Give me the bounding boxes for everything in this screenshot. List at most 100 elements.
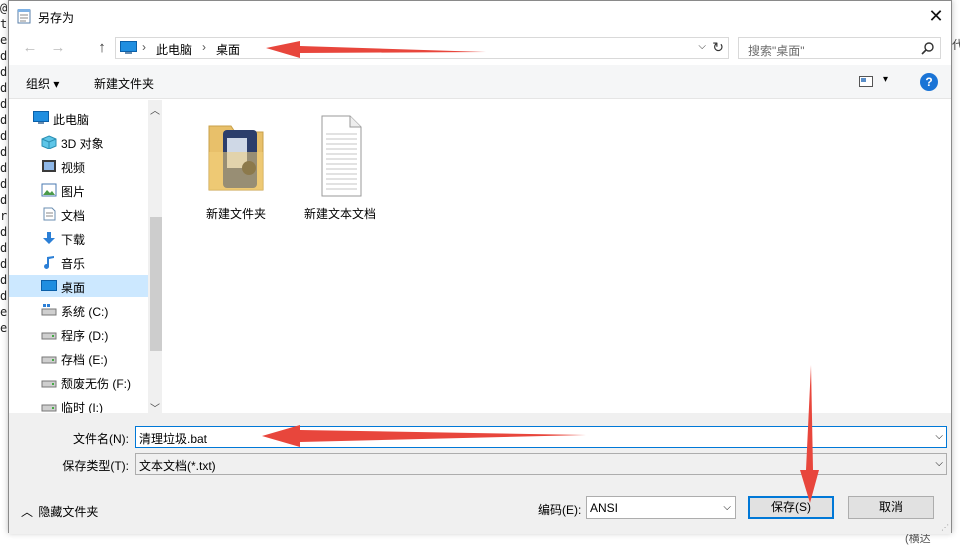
sidebar-item[interactable]: 程序 (D:) (9, 323, 155, 345)
address-dropdown-icon[interactable]: ⌵ (698, 41, 706, 52)
filename-dropdown-icon[interactable]: ⌵ (935, 431, 943, 442)
sidebar-item-label: 视频 (61, 161, 86, 175)
resize-grip-icon[interactable]: ⋰ (941, 523, 949, 532)
background-letter: d (0, 129, 8, 143)
sidebar-item[interactable]: 视频 (9, 155, 155, 177)
background-letter: d (0, 289, 8, 303)
filetype-label: 保存类型(T): (62, 459, 129, 473)
save-options-panel: 文件名(N): 清理垃圾.bat ⌵ 保存类型(T): 文本文档(*.txt) … (9, 413, 951, 534)
sidebar-item[interactable]: 文档 (9, 203, 155, 225)
background-letter: d (0, 241, 8, 255)
sidebar-item[interactable]: 系统 (C:) (9, 299, 155, 321)
search-input[interactable]: 搜索"桌面" (738, 37, 941, 59)
organize-button[interactable]: 组织 ▾ (26, 75, 59, 92)
hide-folders-label: 隐藏文件夹 (38, 505, 99, 519)
background-right-text: 代 (952, 38, 960, 52)
save-as-dialog: 另存为 ✕ ← → ↑ › 此电脑 › 桌面 ⌵ ↻ 搜索"桌面" 组织 ▾ 新… (8, 0, 952, 534)
sidebar-item-label: 程序 (D:) (61, 329, 109, 343)
system-drive-icon (41, 304, 57, 316)
drive-icon (41, 356, 57, 364)
file-name: 新建文件夹 (205, 207, 266, 221)
background-letter: r (0, 209, 8, 223)
address-row: ← → ↑ › 此电脑 › 桌面 ⌵ ↻ 搜索"桌面" (9, 33, 951, 63)
background-letter: d (0, 113, 8, 127)
title-bar: 另存为 ✕ (9, 1, 951, 31)
encoding-dropdown-icon[interactable]: ⌵ (723, 502, 731, 513)
notepad-icon (17, 9, 31, 24)
navigation-scrollbar[interactable]: ︿ ﹀ (148, 100, 162, 415)
encoding-value: ANSI (590, 501, 619, 515)
background-letter: e (0, 33, 8, 47)
save-button[interactable]: 保存(S) (748, 496, 834, 519)
file-item-text-document[interactable]: 新建文本文档 (295, 112, 385, 221)
new-folder-button[interactable]: 新建文件夹 (94, 75, 154, 92)
encoding-select[interactable]: ANSI ⌵ (586, 496, 736, 519)
background-letter: t (0, 17, 8, 31)
sidebar-item[interactable]: 下载 (9, 227, 155, 249)
documents-icon (43, 207, 56, 221)
breadcrumb-separator: › (142, 40, 146, 54)
chevron-up-icon: ︿ (21, 505, 34, 519)
file-list: 新建文件夹 新建文本文档 (164, 100, 951, 413)
sidebar-item-label: 图片 (61, 185, 86, 199)
desktop-icon (41, 280, 57, 291)
hide-folders-toggle[interactable]: ︿ 隐藏文件夹 (21, 503, 98, 520)
sidebar-item-label: 此电脑 (53, 113, 90, 127)
cancel-button[interactable]: 取消 (848, 496, 934, 519)
sidebar-item[interactable]: 图片 (9, 179, 155, 201)
music-icon (44, 256, 54, 269)
sidebar-item-label: 颓废无伤 (F:) (61, 377, 131, 391)
background-letter: d (0, 193, 8, 207)
drive-icon (41, 332, 57, 340)
scrollbar-thumb[interactable] (150, 217, 162, 351)
breadcrumb-this-pc[interactable]: 此电脑 (156, 41, 192, 58)
background-letter: @ (0, 1, 8, 15)
up-button[interactable]: ↑ (93, 39, 111, 57)
search-placeholder: 搜索"桌面" (748, 44, 805, 58)
sidebar-item[interactable]: 颓废无伤 (F:) (9, 371, 155, 393)
help-icon[interactable]: ? (920, 73, 938, 91)
background-letter: d (0, 81, 8, 95)
scroll-up-icon[interactable]: ︿ (150, 102, 160, 117)
sidebar-item[interactable]: 3D 对象 (9, 131, 155, 153)
text-document-icon (321, 115, 362, 197)
download-icon (43, 232, 55, 244)
sidebar-item-label: 文档 (61, 209, 86, 223)
forward-button[interactable]: → (49, 39, 67, 57)
background-letter: d (0, 161, 8, 175)
background-letter: e (0, 321, 8, 335)
background-letter: d (0, 97, 8, 111)
breadcrumb-separator: › (202, 40, 206, 54)
search-icon[interactable] (921, 41, 935, 55)
view-dropdown-icon[interactable]: ▾ (883, 74, 888, 85)
filename-label: 文件名(N): (73, 432, 129, 446)
drive-icon (41, 404, 57, 412)
sidebar-item-label: 存档 (E:) (61, 353, 108, 367)
navigation-pane: 此电脑 3D 对象视频图片文档下载音乐桌面系统 (C:) 程序 (D:) 存档 (E:… (9, 100, 162, 415)
sidebar-item-label: 下载 (61, 233, 86, 247)
sidebar-item[interactable]: 桌面 (9, 275, 155, 297)
filename-input[interactable]: 清理垃圾.bat ⌵ (135, 426, 947, 448)
background-letter: d (0, 65, 8, 79)
sidebar-item-label: 音乐 (61, 257, 86, 271)
address-bar[interactable]: › 此电脑 › 桌面 ⌵ ↻ (115, 37, 729, 59)
sidebar-item[interactable]: 存档 (E:) (9, 347, 155, 369)
close-button[interactable]: ✕ (921, 1, 951, 31)
3d-objects-icon (41, 135, 57, 149)
sidebar-item[interactable]: 此电脑 (9, 107, 155, 129)
sidebar-item-label: 桌面 (61, 281, 86, 295)
back-button[interactable]: ← (21, 39, 39, 57)
view-options-icon[interactable] (859, 76, 873, 87)
refresh-icon[interactable]: ↻ (712, 39, 724, 56)
command-bar: 组织 ▾ 新建文件夹 ▾ ? (9, 65, 951, 99)
video-icon (42, 160, 56, 172)
filetype-select[interactable]: 文本文档(*.txt) ⌵ (135, 453, 947, 475)
filetype-value: 文本文档(*.txt) (139, 459, 216, 473)
folder-icon (208, 125, 264, 191)
filetype-dropdown-icon[interactable]: ⌵ (935, 458, 943, 469)
background-letter: d (0, 49, 8, 63)
background-letter: d (0, 177, 8, 191)
breadcrumb-desktop[interactable]: 桌面 (216, 41, 240, 58)
file-item-folder[interactable]: 新建文件夹 (191, 112, 281, 221)
sidebar-item[interactable]: 音乐 (9, 251, 155, 273)
